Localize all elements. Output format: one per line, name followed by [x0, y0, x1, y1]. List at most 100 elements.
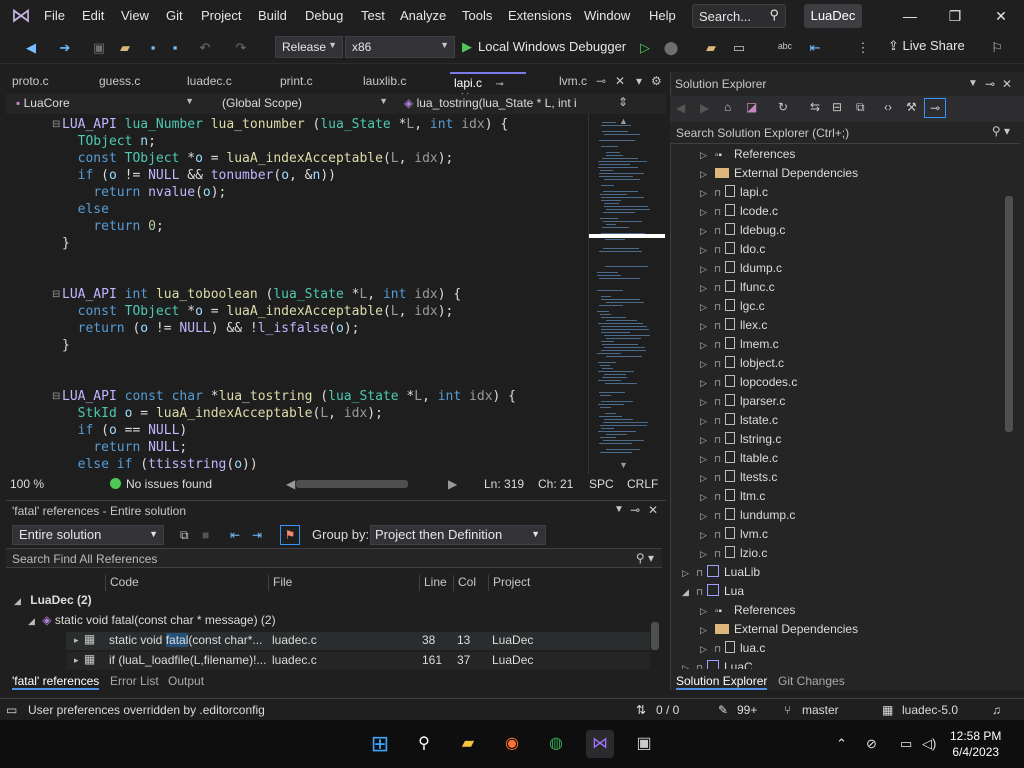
start-without-debugging-icon[interactable]: ▷ [636, 40, 654, 56]
close-window-icon[interactable]: ✕ [991, 8, 1011, 25]
fold-toggle-icon[interactable]: ⊟ [52, 391, 60, 402]
preview-selected-icon[interactable]: ⊸ [924, 98, 946, 118]
navigate-forward-icon[interactable]: ➔ [56, 40, 74, 56]
code-minimap[interactable]: ▲ ▼ [588, 114, 665, 474]
chevron-right-icon[interactable]: ▷ [700, 241, 712, 260]
solution-tree-item[interactable]: ▷ ⊓ lstate.c [700, 411, 778, 430]
feedback-icon[interactable]: ⚐ [988, 40, 1006, 56]
solution-tree-item[interactable]: ▷ ⊓ lopcodes.c [700, 373, 797, 392]
close-tab-icon[interactable]: ✕ [615, 74, 625, 92]
next-location-icon[interactable]: ⇥ [252, 528, 262, 542]
start-debugging-button[interactable]: ▶ Local Windows Debugger [462, 36, 626, 58]
menu-edit[interactable]: Edit [82, 8, 104, 23]
new-project-icon[interactable]: ▣ [90, 40, 108, 56]
menu-build[interactable]: Build [258, 8, 287, 23]
tab-proto-c[interactable]: proto.c [12, 74, 49, 92]
chevron-right-icon[interactable]: ▷ [700, 317, 712, 336]
chevron-right-icon[interactable]: ▷ [700, 602, 712, 621]
solution-tree-item[interactable]: ▷ ⊓ ldump.c [700, 259, 782, 278]
sync-count[interactable]: 0 / 0 [656, 703, 679, 717]
solution-tree-item[interactable]: ▷ ⊓ lundump.c [700, 506, 795, 525]
scope-dropdown[interactable]: (Global Scope) ▼ [216, 95, 392, 113]
pin-icon[interactable]: ⊸ [985, 77, 995, 91]
switch-views-icon[interactable]: ◪ [746, 100, 757, 114]
fold-toggle-icon[interactable]: ⊟ [52, 289, 60, 300]
gear-icon[interactable]: ⚙ [651, 74, 662, 92]
chevron-right-icon[interactable]: ▷ [700, 526, 712, 545]
scroll-down-icon[interactable]: ▼ [619, 460, 628, 470]
sync-icon[interactable]: ⇆ [810, 100, 820, 114]
column-header-line[interactable]: Line [419, 575, 447, 591]
open-folder-icon[interactable]: ▰ [116, 40, 134, 56]
visual-studio-icon[interactable]: ⋈ [586, 730, 614, 758]
solution-tree-item[interactable]: ▷ External Dependencies [700, 164, 858, 183]
menu-git[interactable]: Git [166, 8, 183, 23]
chevron-right-icon[interactable]: ▷ [700, 450, 712, 469]
menu-analyze[interactable]: Analyze [400, 8, 446, 23]
chevron-right-icon[interactable]: ▷ [700, 165, 712, 184]
previous-location-icon[interactable]: ⇤ [230, 528, 240, 542]
chevron-right-icon[interactable]: ▷ [700, 298, 712, 317]
global-search-input[interactable]: Search... ⚲ [692, 4, 786, 28]
solution-explorer-search-input[interactable]: Search Solution Explorer (Ctrl+;) ⚲ ▾ [670, 122, 1020, 144]
group-by-dropdown[interactable]: Project then Definition ▼ [370, 525, 546, 545]
search-icon[interactable]: ⚲ [410, 730, 438, 758]
chevron-right-icon[interactable]: ▷ [700, 431, 712, 450]
firefox-icon[interactable]: ◉ [498, 730, 526, 758]
forward-icon[interactable]: ▶ [700, 101, 709, 115]
network-icon[interactable]: ⊘ [866, 736, 877, 752]
line-number[interactable]: Ln: 319 [484, 477, 524, 491]
volume-icon[interactable]: ◁) [922, 736, 936, 752]
fold-toggle-icon[interactable]: ⊟ [52, 119, 60, 130]
pending-changes[interactable]: 99+ [737, 703, 757, 717]
keep-results-icon[interactable]: ⚑ [280, 525, 300, 545]
menu-help[interactable]: Help [649, 8, 676, 23]
solution-folder-icon[interactable]: ▰ [702, 40, 720, 56]
scroll-right-icon[interactable]: ▶ [448, 477, 457, 491]
solution-tree-item[interactable]: ▷ ▫▪ References [700, 601, 795, 620]
save-all-icon[interactable]: ▪ [166, 40, 184, 56]
chevron-down-icon[interactable]: ◢ [682, 583, 694, 602]
tab-print-c[interactable]: print.c [280, 74, 313, 92]
properties-icon[interactable]: ⚒ [906, 100, 917, 114]
solution-tree-item[interactable]: ◢ ⊓ Lua [682, 582, 744, 601]
code-view-icon[interactable]: ‹› [884, 100, 892, 114]
menu-window[interactable]: Window [584, 8, 630, 23]
navigate-back-icon[interactable]: ◀ [22, 40, 40, 56]
notification-bell-icon[interactable]: ♫ [992, 703, 1001, 717]
chevron-right-icon[interactable]: ▷ [700, 203, 712, 222]
repository-name[interactable]: luadec-5.0 [902, 703, 958, 717]
chevron-right-icon[interactable]: ▷ [700, 374, 712, 393]
chevron-right-icon[interactable]: ▷ [700, 507, 712, 526]
chevron-right-icon[interactable]: ▷ [682, 659, 694, 669]
chevron-right-icon[interactable]: ▷ [682, 564, 694, 583]
solution-tree-item[interactable]: ▷ ⊓ lmem.c [700, 335, 779, 354]
reference-row[interactable]: ▸ ▦ if (luaL_loadfile(L,filename)!... lu… [66, 652, 650, 670]
split-editor-icon[interactable]: ⇕ [618, 95, 628, 109]
tab-fatal-references[interactable]: 'fatal' references [12, 674, 100, 690]
minimize-icon[interactable]: — [900, 8, 920, 24]
solution-tree-item[interactable]: ▷ ⊓ lapi.c [700, 183, 768, 202]
menu-test[interactable]: Test [361, 8, 385, 23]
display-icon[interactable]: ▭ [900, 736, 912, 752]
undo-icon[interactable]: ↶ [196, 40, 214, 56]
system-clock[interactable]: 12:58 PM 6/4/2023 [950, 728, 1001, 760]
tray-chevron-up-icon[interactable]: ⌃ [836, 736, 847, 752]
issues-indicator[interactable]: No issues found [110, 477, 212, 491]
chevron-right-icon[interactable]: ▷ [700, 640, 712, 659]
tab-lauxlib-c[interactable]: lauxlib.c [363, 74, 406, 92]
minimap-viewport-indicator[interactable] [589, 234, 665, 238]
menu-extensions[interactable]: Extensions [508, 8, 572, 23]
pin-icon[interactable]: ⊸ [495, 79, 503, 90]
expand-icon[interactable]: ▸ [74, 655, 79, 665]
solution-tree-item[interactable]: ▷ ⊓ lgc.c [700, 297, 765, 316]
tab-solution-explorer[interactable]: Solution Explorer [676, 674, 768, 690]
reference-group-row[interactable]: ◢ LuaDec (2) [14, 593, 92, 607]
back-icon[interactable]: ◀ [676, 101, 685, 115]
solution-tree-item[interactable]: ▷ ⊓ lvm.c [700, 525, 768, 544]
file-explorer-icon[interactable]: ▰ [454, 730, 482, 758]
attach-icon[interactable]: ⬤ [662, 40, 680, 56]
pin-icon[interactable]: ⊸ [596, 74, 606, 92]
windows-start-icon[interactable]: ⊞ [366, 730, 394, 758]
definition-row[interactable]: ◢ ◈ static void fatal(const char * messa… [28, 613, 276, 627]
